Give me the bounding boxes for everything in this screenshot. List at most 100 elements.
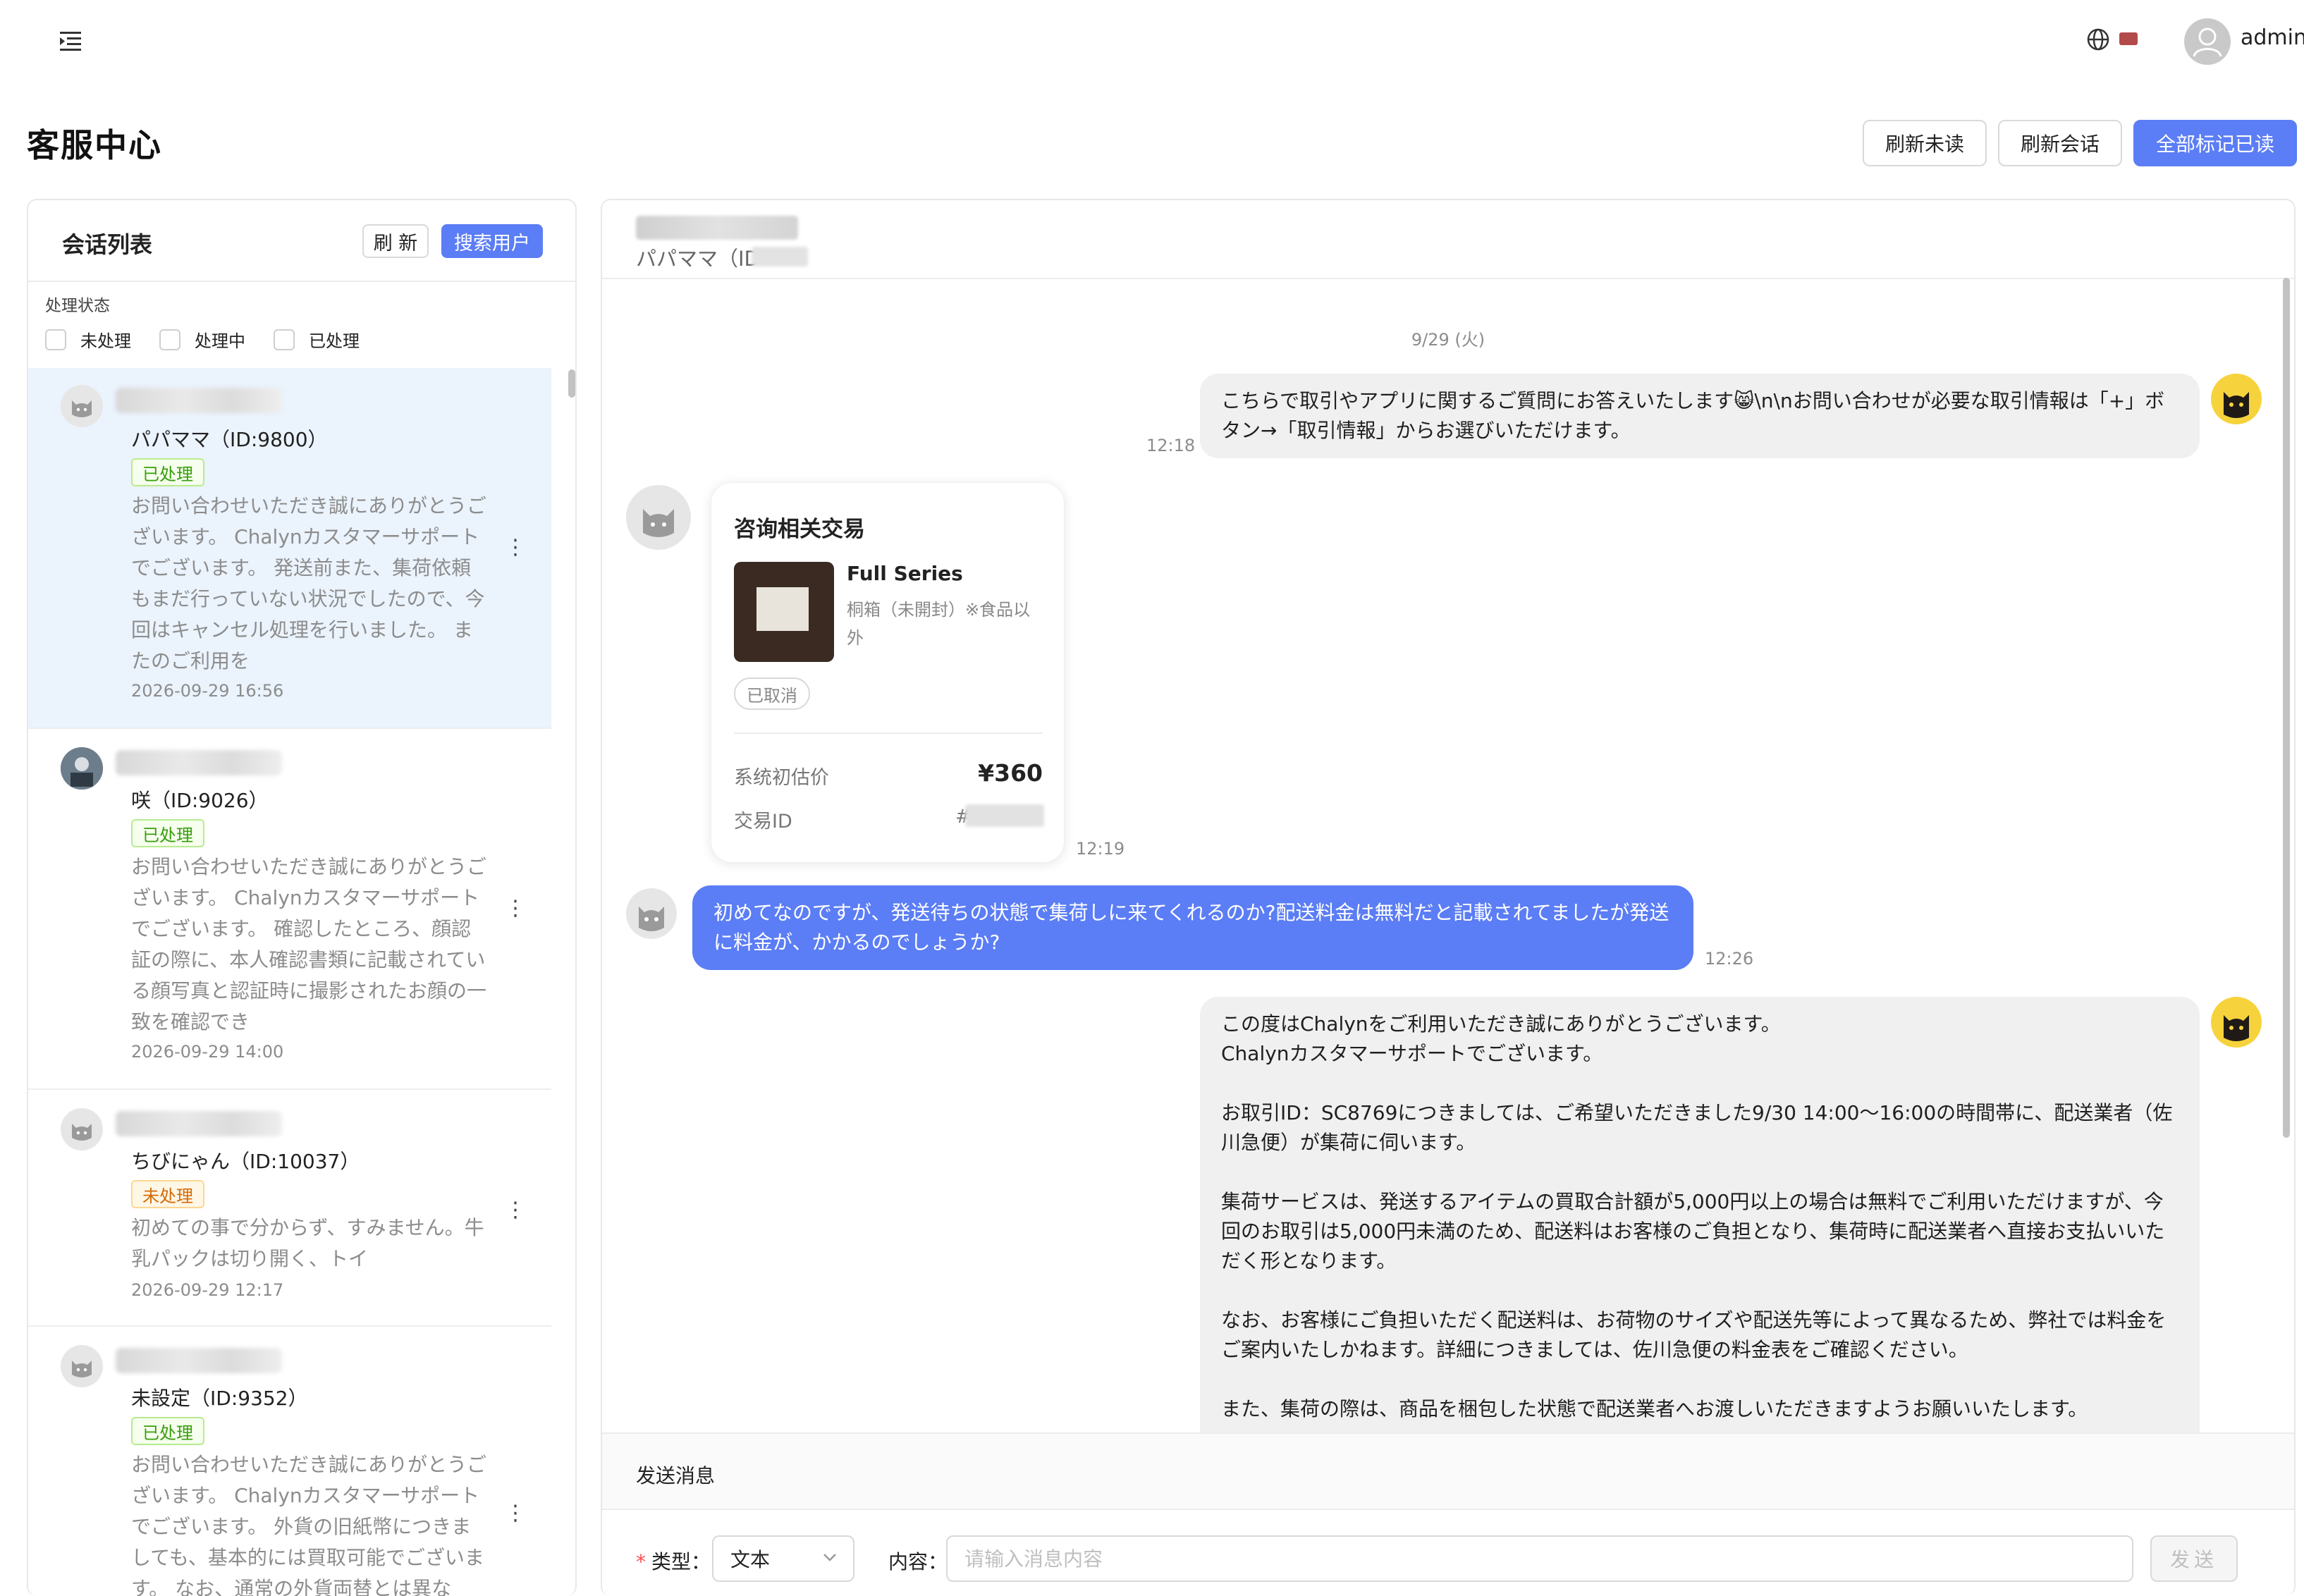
- admin-cat-avatar-icon: [2211, 374, 2262, 424]
- message-line: Chalynカスタマーサポートでございます。: [1221, 1042, 1603, 1065]
- message-line: なお、お客様にご負担いただく配送料は、お荷物のサイズや配送先等によって異なるため…: [1221, 1308, 2167, 1361]
- more-options-icon[interactable]: ⋮: [505, 898, 526, 919]
- more-options-icon[interactable]: ⋮: [505, 1200, 526, 1221]
- message-line: [1221, 1276, 2179, 1306]
- card-divider: [734, 732, 1043, 734]
- chat-scrollbar[interactable]: [2283, 278, 2290, 1138]
- admin-message-bubble: この度はChalynをご利用いただき誠にありがとうございます。 Chalynカス…: [1200, 997, 2200, 1448]
- chat-user-name: パパママ（ID: [636, 247, 760, 271]
- user-cat-avatar-icon: [626, 485, 691, 550]
- message-line: [1221, 1069, 2179, 1098]
- content-label-text: 内容: [888, 1550, 929, 1573]
- refresh-list-button[interactable]: 刷 新: [362, 224, 429, 258]
- message-line: この度はChalynをご利用いただき誠にありがとうございます。: [1221, 1012, 1781, 1036]
- search-user-button[interactable]: 搜索用户: [441, 224, 543, 258]
- conversation-item[interactable]: 未設定（ID:9352） 已处理 お問い合わせいただき誠にありがとうございます。…: [28, 1328, 551, 1596]
- transaction-status-badge: 已取消: [734, 677, 810, 710]
- conversation-name: パパママ（ID:9800）: [131, 428, 328, 451]
- filter-unprocessed-checkbox[interactable]: 未处理: [45, 327, 131, 352]
- user-message-bubble: 初めてなのですが、発送待ちの状態で集荷しに来てくれるのか?配送料金は無料だと記載…: [692, 885, 1693, 970]
- send-button[interactable]: 发送: [2150, 1535, 2238, 1582]
- status-badge: 已处理: [131, 458, 204, 486]
- transaction-card[interactable]: 咨询相关交易 Full Series 桐箱（未開封）※食品以外 已取消 系统初估…: [711, 482, 1065, 863]
- admin-message-bubble: こちらで取引やアプリに関するご質問にお答えいたします😸\n\nお問い合わせが必要…: [1200, 374, 2200, 458]
- type-label: * 类型：: [636, 1550, 711, 1573]
- message-content-input[interactable]: [946, 1535, 2133, 1582]
- mark-all-read-button[interactable]: 全部标记已读: [2133, 120, 2297, 166]
- globe-icon[interactable]: [2085, 27, 2111, 52]
- filter-processed-checkbox[interactable]: 已处理: [274, 327, 360, 352]
- refresh-sessions-button[interactable]: 刷新会话: [1998, 120, 2122, 166]
- menu-fold-icon[interactable]: [56, 27, 85, 55]
- conversation-list-header: 会话列表 刷 新 搜索用户: [28, 200, 575, 282]
- message-type-select[interactable]: 文本: [712, 1535, 854, 1582]
- redacted-user-id: [116, 1348, 282, 1373]
- chat-panel: パパママ（ID 9/29 (火) こちらで取引やアプリに関するご質問にお答えいた…: [601, 199, 2296, 1596]
- message-line: また、集荷の際は、商品を梱包した状態で配送業者へお渡しいただきますようお願いいた…: [1221, 1397, 2088, 1420]
- composer: 发送消息 *类型： 文本 内容： 发送: [602, 1432, 2294, 1596]
- conversation-preview: お問い合わせいただき誠にありがとうございます。 Chalynカスタマーサポートで…: [131, 494, 487, 673]
- list-scrollbar[interactable]: [568, 369, 575, 398]
- transaction-id-label: 交易ID: [734, 811, 792, 833]
- selected-type: 文本: [730, 1548, 771, 1571]
- redacted-user-id: [116, 750, 282, 775]
- date-separator: 9/29 (火): [1411, 330, 1485, 350]
- status-badge: 已处理: [131, 1417, 204, 1445]
- status-filter-label: 处理状态: [45, 297, 110, 315]
- refresh-unread-button[interactable]: 刷新未读: [1863, 120, 1987, 166]
- conversation-item[interactable]: パパママ（ID:9800） 已处理 お問い合わせいただき誠にありがとうございます…: [28, 368, 551, 729]
- conversation-item[interactable]: 咲（ID:9026） 已处理 お問い合わせいただき誠にありがとうございます。 C…: [28, 730, 551, 1090]
- message-time: 12:26: [1705, 949, 1754, 969]
- card-title: 咨询相关交易: [734, 517, 865, 542]
- conversation-preview: お問い合わせいただき誠にありがとうございます。 Chalynカスタマーサポートで…: [131, 1453, 487, 1596]
- flag-icon[interactable]: [2119, 32, 2138, 45]
- conversation-list-panel: 会话列表 刷 新 搜索用户 处理状态 未处理 处理中 已处理 パパママ（ID:9…: [27, 199, 577, 1596]
- more-options-icon[interactable]: ⋮: [505, 1503, 526, 1524]
- conversation-list-title: 会话列表: [62, 231, 153, 258]
- filter-label: 未处理: [80, 331, 131, 351]
- redacted-transaction-id: [965, 804, 1044, 827]
- message-line: [1221, 1365, 2179, 1394]
- conversation-preview: 初めての事で分からず、すみません。牛乳パックは切り開く、トイ: [131, 1216, 484, 1270]
- conversation-preview: お問い合わせいただき誠にありがとうございます。 Chalynカスタマーサポートで…: [131, 855, 487, 1033]
- message-time: 12:19: [1076, 839, 1125, 859]
- redacted-id: [752, 247, 808, 266]
- conversation-date: 2026-09-29 16:56: [131, 681, 284, 701]
- conversation-name: 咲（ID:9026）: [131, 789, 269, 812]
- product-image: [734, 562, 834, 662]
- chat-header: パパママ（ID: [602, 200, 2294, 279]
- product-name: Full Series: [847, 562, 963, 585]
- redacted-user-id: [116, 1111, 282, 1136]
- cat-avatar-icon: [61, 1108, 103, 1150]
- cat-avatar-icon: [61, 1345, 103, 1387]
- price-label: 系统初估价: [734, 767, 829, 789]
- cat-avatar-icon: [61, 385, 103, 427]
- conversation-name: 未設定（ID:9352）: [131, 1387, 308, 1410]
- content-label: 内容：: [888, 1550, 948, 1573]
- user-name[interactable]: admin: [2241, 25, 2304, 50]
- conversation-name: ちびにゃん（ID:10037）: [131, 1150, 360, 1173]
- redacted-user-id: [636, 216, 798, 240]
- status-badge: 未处理: [131, 1180, 204, 1208]
- status-badge: 已处理: [131, 819, 204, 847]
- filter-label: 处理中: [195, 331, 245, 351]
- filter-processing-checkbox[interactable]: 处理中: [159, 327, 245, 352]
- conversation-date: 2026-09-29 14:00: [131, 1042, 284, 1062]
- redacted-user-id: [116, 388, 282, 413]
- status-filter-group: 未处理 处理中 已处理: [45, 327, 388, 352]
- product-description: 桐箱（未開封）※食品以外: [847, 600, 1031, 648]
- filter-label: 已处理: [309, 331, 360, 351]
- composer-title: 发送消息: [636, 1464, 716, 1487]
- page-title: 客服中心: [27, 126, 162, 164]
- message-time: 12:18: [1146, 436, 1196, 455]
- user-avatar[interactable]: [2184, 18, 2231, 65]
- type-label-text: 类型: [651, 1550, 692, 1573]
- conversation-item[interactable]: ちびにゃん（ID:10037） 未处理 初めての事で分からず、すみません。牛乳パ…: [28, 1091, 551, 1327]
- more-options-icon[interactable]: ⋮: [505, 537, 526, 558]
- user-cat-avatar-icon: [626, 888, 677, 939]
- chevron-down-icon: [823, 1554, 836, 1561]
- message-line: お取引ID：SC8769につきましては、ご希望いただきました9/30 14:00…: [1221, 1101, 2173, 1154]
- message-line: [1221, 1158, 2179, 1187]
- photo-avatar: [61, 747, 103, 790]
- message-line: 集荷サービスは、発送するアイテムの買取合計額が5,000円以上の場合は無料でご利…: [1221, 1190, 2165, 1272]
